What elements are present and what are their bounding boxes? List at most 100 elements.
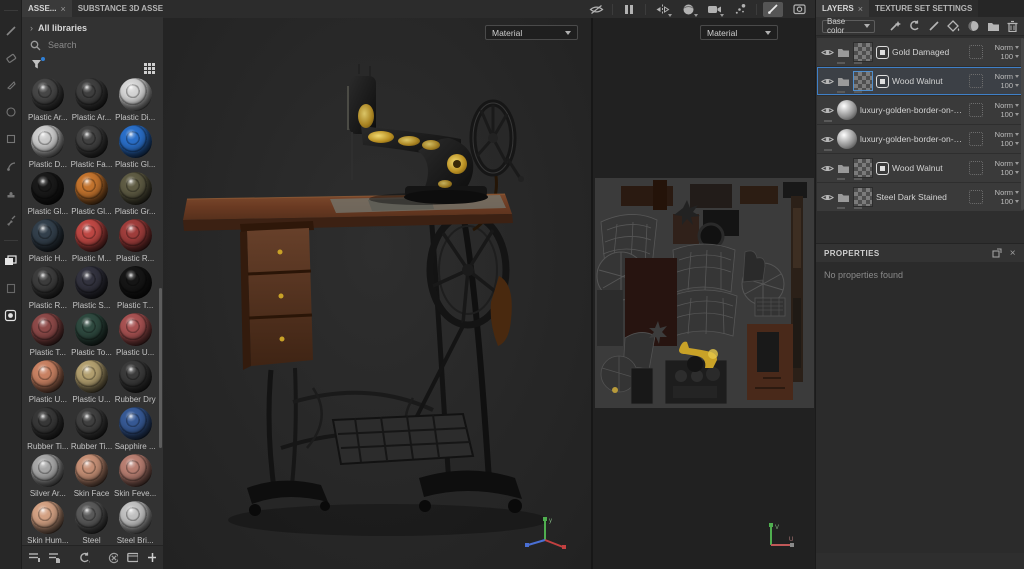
stamp-tool-icon[interactable] — [4, 186, 18, 200]
viewport-2d[interactable]: Material — [591, 18, 815, 569]
material-swatch[interactable]: Plastic T... — [113, 266, 157, 313]
blend-mode-dropdown[interactable]: Norm — [995, 160, 1019, 168]
projection-tool-icon[interactable] — [4, 78, 18, 92]
tab-layers[interactable]: LAYERS × — [816, 0, 869, 17]
material-swatch[interactable]: Plastic Ar... — [26, 78, 70, 125]
material-swatch[interactable]: Sapphire ... — [113, 407, 157, 454]
smudge-tool-icon[interactable] — [4, 132, 18, 146]
search-input[interactable] — [46, 39, 146, 51]
symmetry-icon[interactable] — [652, 2, 672, 17]
layer-thumbnail[interactable] — [853, 187, 873, 207]
clone-tool-icon[interactable] — [4, 159, 18, 173]
tab-texture-set-settings[interactable]: TEXTURE SET SETTINGS — [869, 0, 978, 17]
opacity-dropdown[interactable]: 100 — [1000, 198, 1019, 206]
material-swatch[interactable]: Plastic M... — [70, 219, 114, 266]
particles-icon[interactable] — [730, 2, 750, 17]
layer-row[interactable]: luxury-golden-border-on-dark-back... Nor… — [817, 125, 1023, 153]
mask-placeholder[interactable] — [969, 190, 983, 204]
orientation-gizmo-3d[interactable]: y — [521, 513, 569, 555]
disabled-icon[interactable] — [108, 552, 118, 564]
layer-thumbnail[interactable] — [837, 129, 857, 149]
material-swatch[interactable]: Plastic Gl... — [70, 172, 114, 219]
layer-thumbnail[interactable] — [853, 71, 873, 91]
material-swatch[interactable]: Plastic U... — [26, 360, 70, 407]
stencil-tool-icon[interactable] — [4, 281, 18, 295]
visibility-eye-icon[interactable] — [821, 193, 834, 202]
mask-placeholder[interactable] — [969, 74, 983, 88]
material-swatch[interactable]: Skin Face — [70, 454, 114, 501]
viewport-3d[interactable]: Material — [163, 18, 591, 569]
mask-thumbnail[interactable] — [876, 75, 889, 88]
visibility-eye-icon[interactable] — [821, 135, 834, 144]
material-swatch[interactable]: Plastic D... — [26, 125, 70, 172]
layer-row[interactable]: luxury-golden-border-on-dark-back... Nor… — [817, 96, 1023, 124]
layer-thumbnail[interactable] — [853, 42, 873, 62]
material-swatch[interactable]: Plastic Gl... — [113, 125, 157, 172]
mask-thumbnail[interactable] — [876, 162, 889, 175]
layer-thumbnail[interactable] — [837, 100, 857, 120]
material-swatch[interactable]: Plastic Ar... — [70, 78, 114, 125]
close-icon[interactable]: × — [1010, 248, 1016, 259]
material-swatch[interactable]: Plastic H... — [26, 219, 70, 266]
material-swatch[interactable]: Steel — [70, 501, 114, 545]
material-swatch[interactable]: Plastic T... — [26, 313, 70, 360]
material-swatch[interactable]: Plastic R... — [26, 266, 70, 313]
folder-icon[interactable] — [837, 192, 850, 203]
pause-icon[interactable] — [619, 2, 639, 17]
close-icon[interactable]: × — [858, 4, 863, 14]
library-breadcrumb[interactable]: › All libraries — [22, 17, 163, 35]
grid-view-icon[interactable] — [144, 63, 147, 66]
material-swatch[interactable]: Silver Ar... — [26, 454, 70, 501]
visibility-eye-icon[interactable] — [821, 164, 834, 173]
layer-thumbnail[interactable] — [853, 158, 873, 178]
blend-mode-dropdown[interactable]: Norm — [995, 44, 1019, 52]
paint-tool-icon[interactable] — [4, 24, 18, 38]
sync-icon[interactable] — [78, 552, 90, 563]
add-icon[interactable] — [147, 552, 156, 563]
eraser-tool-icon[interactable] — [4, 51, 18, 65]
material-swatch[interactable]: Steel Bri... — [113, 501, 157, 545]
material-picker-tool-icon[interactable] — [4, 213, 18, 227]
layer-row[interactable]: Wood Walnut Norm 100 — [817, 154, 1023, 182]
display-settings-icon[interactable] — [789, 2, 809, 17]
add-effect-icon[interactable] — [889, 20, 901, 33]
add-paint-layer-icon[interactable] — [928, 20, 940, 33]
tab-assets[interactable]: ASSE... × — [22, 0, 72, 17]
blend-mode-dropdown[interactable]: Norm — [995, 189, 1019, 197]
environment-icon[interactable] — [678, 2, 698, 17]
add-smart-mask-icon[interactable] — [967, 20, 980, 33]
visibility-eye-icon[interactable] — [821, 77, 834, 86]
material-swatch[interactable]: Skin Hum... — [26, 501, 70, 545]
close-icon[interactable]: × — [60, 4, 65, 14]
mask-placeholder[interactable] — [969, 132, 983, 146]
material-swatch[interactable]: Rubber Ti... — [26, 407, 70, 454]
visibility-eye-icon[interactable] — [821, 106, 834, 115]
material-swatch[interactable]: Plastic To... — [70, 313, 114, 360]
blend-mode-dropdown[interactable]: Norm — [995, 73, 1019, 81]
opacity-dropdown[interactable]: 100 — [1000, 53, 1019, 61]
folder-icon[interactable] — [837, 47, 850, 58]
material-swatch[interactable]: Plastic U... — [70, 360, 114, 407]
opacity-dropdown[interactable]: 100 — [1000, 140, 1019, 148]
material-swatch[interactable]: Rubber Ti... — [70, 407, 114, 454]
assets-scrollbar[interactable] — [159, 288, 162, 448]
blend-mode-dropdown[interactable]: Norm — [995, 131, 1019, 139]
material-swatch[interactable]: Plastic U... — [113, 313, 157, 360]
viewer-settings-icon[interactable] — [4, 308, 18, 322]
opacity-dropdown[interactable]: 100 — [1000, 111, 1019, 119]
material-swatch[interactable]: Rubber Dry — [113, 360, 157, 407]
mask-placeholder[interactable] — [969, 161, 983, 175]
add-smart-material-icon[interactable] — [908, 20, 921, 33]
add-fill-layer-icon[interactable] — [947, 20, 960, 33]
shader-dropdown-2d[interactable]: Material — [700, 25, 778, 40]
visibility-off-icon[interactable] — [586, 2, 606, 17]
camera-icon[interactable] — [704, 2, 724, 17]
material-swatch[interactable]: Skin Feve... — [113, 454, 157, 501]
material-swatch[interactable]: Plastic Gr... — [113, 172, 157, 219]
visibility-eye-icon[interactable] — [821, 48, 834, 57]
material-swatch[interactable]: Plastic Fa... — [70, 125, 114, 172]
delete-layer-icon[interactable] — [1007, 20, 1018, 33]
opacity-dropdown[interactable]: 100 — [1000, 169, 1019, 177]
mask-placeholder[interactable] — [969, 45, 983, 59]
blend-mode-dropdown[interactable]: Norm — [995, 102, 1019, 110]
